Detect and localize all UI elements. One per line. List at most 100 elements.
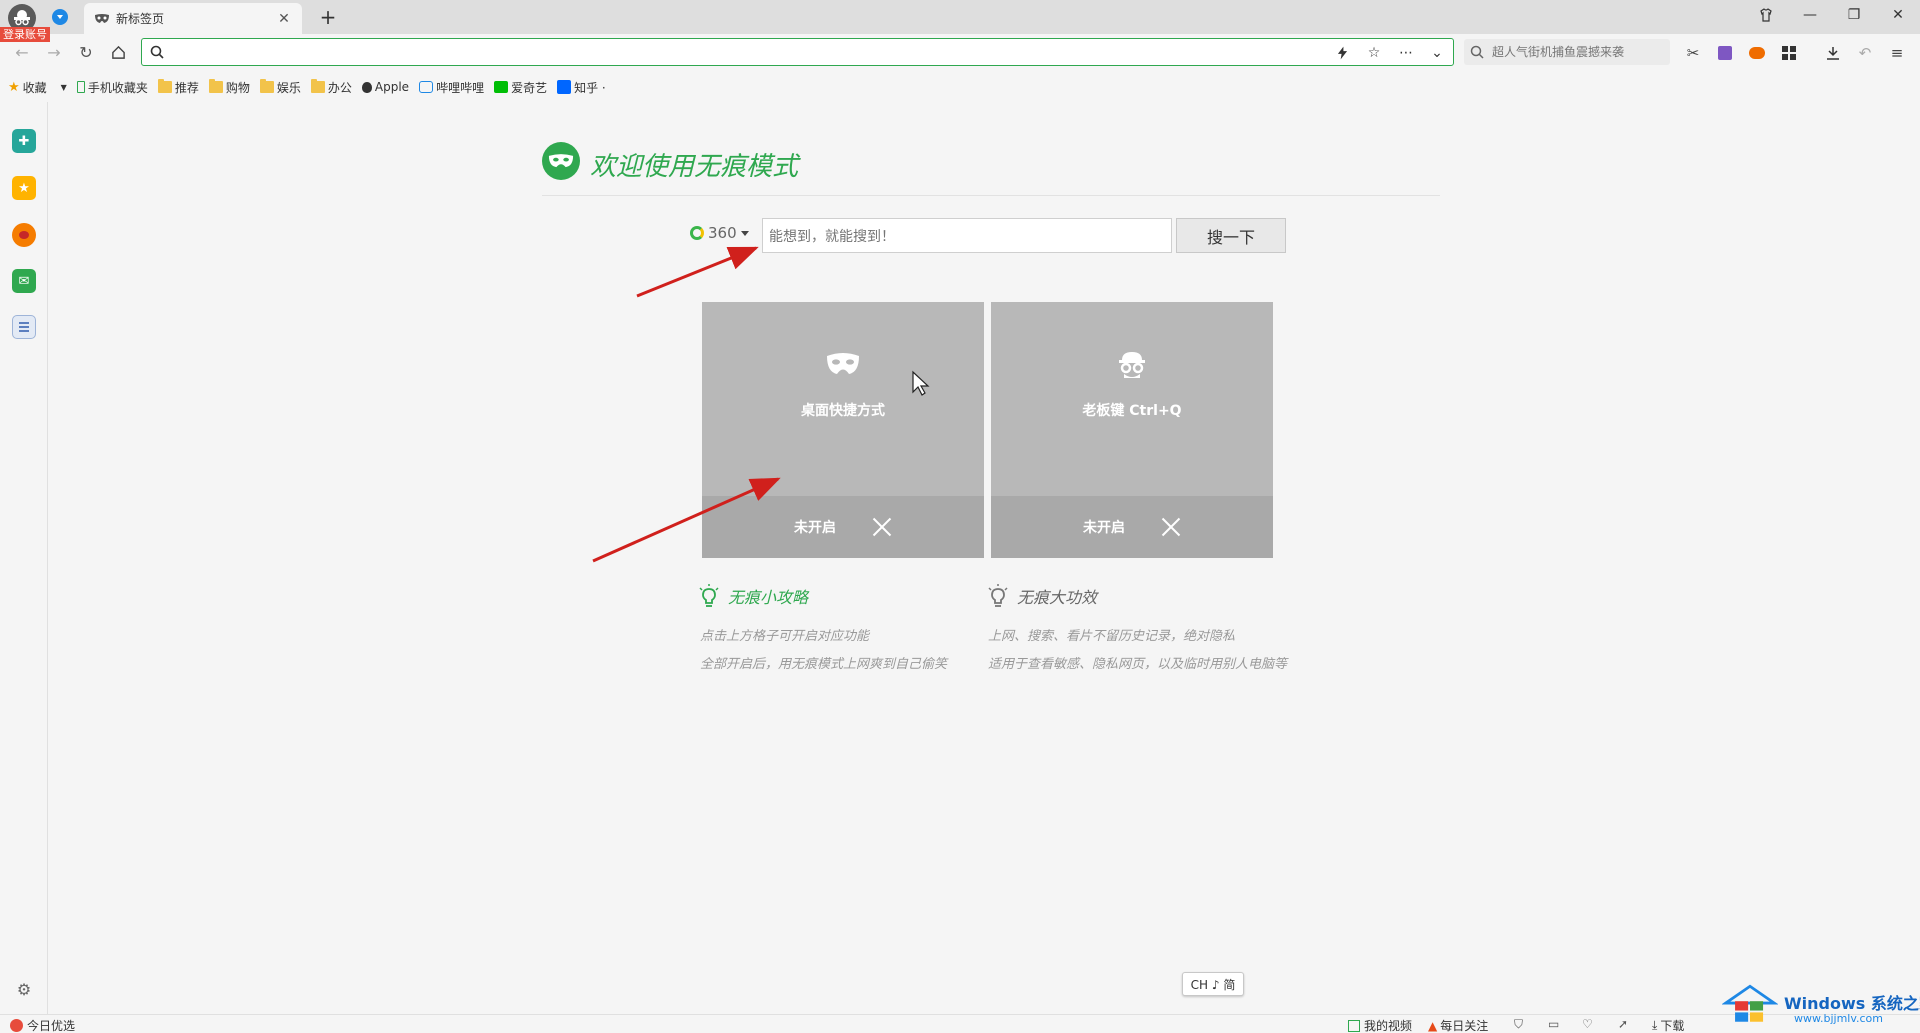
card-top[interactable]: 桌面快捷方式: [702, 302, 984, 496]
bookmark-bilibili[interactable]: 哔哩哔哩: [419, 79, 484, 96]
side-search-box[interactable]: [1464, 39, 1670, 65]
zhihu-icon: [557, 80, 572, 94]
caret-down-icon: [740, 230, 749, 236]
restore-button[interactable]: ❐: [1832, 0, 1876, 30]
sidebar-plus-icon[interactable]: ✚: [12, 129, 36, 153]
tip-line: 全部开启后，用无痕模式上网爽到自己偷笑: [700, 657, 948, 672]
ime-indicator[interactable]: CH ♪ 简: [1182, 972, 1244, 996]
arrow-to-search: [636, 246, 759, 298]
image-icon[interactable]: ▭: [1548, 1017, 1559, 1031]
tab-bar: 登录账号 新标签页 ✕ + — ❐ ✕: [0, 0, 1920, 42]
desktop-shortcut-card[interactable]: 桌面快捷方式 未开启: [702, 302, 984, 558]
download-icon: ⤓: [1652, 1018, 1658, 1032]
address-bar[interactable]: ☆ ⋯ ⌄: [141, 38, 1454, 66]
folder-icon: [310, 79, 325, 93]
heartbeat-icon[interactable]: ♡: [1582, 1017, 1593, 1031]
bookmark-apple[interactable]: Apple: [361, 80, 409, 94]
watermark-brand: Windows 系统之家: [1784, 994, 1920, 1013]
back-button[interactable]: ←: [12, 42, 32, 62]
incognito-logo-icon: [542, 142, 580, 180]
heart-icon: [10, 1019, 23, 1032]
game-icon[interactable]: [1746, 42, 1768, 64]
home-button[interactable]: [108, 42, 128, 62]
tab-title: 新标签页: [116, 12, 165, 26]
video-icon: [1348, 1019, 1360, 1032]
side-search-input[interactable]: [1492, 42, 1662, 62]
lightning-icon[interactable]: [1332, 43, 1352, 63]
bookmark-recommend[interactable]: 推荐: [157, 79, 199, 96]
close-window-button[interactable]: ✕: [1876, 0, 1920, 30]
search-input[interactable]: [762, 218, 1172, 253]
bookmark-office[interactable]: 办公: [310, 79, 352, 96]
download-icon[interactable]: [1822, 42, 1844, 64]
sidebar-document-icon[interactable]: [12, 315, 36, 339]
apps-grid-icon[interactable]: [1778, 42, 1800, 64]
status-download[interactable]: ⤓ 下载: [1652, 1017, 1684, 1033]
sidebar-weibo-icon[interactable]: [12, 223, 36, 247]
engine-name: 360: [708, 224, 737, 242]
browser-menu-icon[interactable]: [52, 9, 68, 25]
lightbulb-icon: [699, 584, 719, 607]
status-today-picks[interactable]: 今日优选: [10, 1017, 75, 1033]
sidebar-mail-icon[interactable]: ✉: [12, 269, 36, 293]
tip-line: 点击上方格子可开启对应功能: [700, 629, 870, 644]
scissors-icon[interactable]: ✂: [1682, 42, 1704, 64]
disabled-x-icon: [1161, 517, 1181, 537]
minimize-button[interactable]: —: [1788, 0, 1832, 30]
card-label: 桌面快捷方式: [801, 403, 885, 419]
windows-logo-icon: [1722, 984, 1778, 1022]
bookmark-favorites[interactable]: ★ 收藏 ▼: [8, 79, 67, 96]
bookmark-shopping[interactable]: 购物: [208, 79, 250, 96]
search-icon: [1470, 45, 1484, 59]
welcome-title: 欢迎使用无痕模式: [590, 152, 799, 182]
left-sidebar: ✚ ★ ✉ ⚙: [0, 102, 48, 1014]
status-daily-follow[interactable]: ▲ 每日关注: [1428, 1017, 1488, 1033]
card-status: 未开启: [1083, 520, 1125, 536]
status-my-video[interactable]: 我的视频: [1348, 1017, 1412, 1033]
bookmark-iqiyi[interactable]: 爱奇艺: [494, 79, 547, 96]
card-label: 老板键 Ctrl+Q: [1082, 403, 1182, 419]
bookmark-zhihu[interactable]: 知乎 ·: [557, 79, 606, 96]
address-input[interactable]: [172, 42, 1322, 62]
login-account-link[interactable]: 登录账号: [0, 27, 50, 42]
undo-icon[interactable]: ↶: [1854, 42, 1876, 64]
boss-key-card[interactable]: 老板键 Ctrl+Q 未开启: [991, 302, 1273, 558]
dropdown-chevron-icon[interactable]: ⌄: [1427, 43, 1447, 63]
reload-button[interactable]: ↻: [76, 42, 96, 62]
card-top[interactable]: 老板键 Ctrl+Q: [991, 302, 1273, 496]
forward-button[interactable]: →: [44, 42, 64, 62]
bookmarks-bar: ★ 收藏 ▼ 手机收藏夹 推荐 购物 娱乐 办公 Apple 哔哩哔哩 爱奇艺 知乎…: [0, 76, 1920, 98]
card-status-bar[interactable]: 未开启: [991, 496, 1273, 558]
more-icon[interactable]: ⋯: [1396, 43, 1416, 63]
favorite-star-icon[interactable]: ☆: [1364, 43, 1384, 63]
search-engine-selector[interactable]: 360: [690, 224, 749, 242]
boss-icon: [1119, 352, 1145, 378]
shield-icon[interactable]: ⛉: [1514, 1017, 1523, 1032]
skin-icon[interactable]: [1744, 0, 1788, 30]
rocket-icon[interactable]: ➚: [1618, 1017, 1628, 1031]
bookmark-mobile[interactable]: 手机收藏夹: [76, 79, 148, 96]
360-logo-icon: [690, 226, 704, 240]
tip-line: 上网、搜索、看片不留历史记录，绝对隐私: [988, 629, 1236, 644]
sidebar-favorites-icon[interactable]: ★: [12, 176, 36, 200]
watermark-url: www.bjjmlv.com: [1794, 1012, 1883, 1025]
search-icon: [150, 45, 164, 59]
tab-new-tab[interactable]: 新标签页 ✕: [84, 3, 302, 34]
menu-icon[interactable]: ≡: [1886, 42, 1908, 64]
tip-title-guide: 无痕小攻略: [698, 584, 808, 608]
folder-icon: [208, 79, 223, 93]
disabled-x-icon: [872, 517, 892, 537]
tip-line: 适用于查看敏感、隐私网页，以及临时用别人电脑等: [988, 657, 1288, 672]
apple-icon: [361, 81, 372, 93]
mask-icon: [827, 353, 859, 374]
tip-title-effect: 无痕大功效: [987, 584, 1097, 608]
folder-icon: [157, 79, 172, 93]
new-tab-button[interactable]: +: [316, 5, 340, 29]
search-button[interactable]: 搜一下: [1176, 218, 1286, 253]
sidebar-settings-gear-icon[interactable]: ⚙: [14, 980, 34, 1000]
tab-close-icon[interactable]: ✕: [276, 11, 292, 27]
bookmark-entertainment[interactable]: 娱乐: [259, 79, 301, 96]
card-status-bar[interactable]: 未开启: [702, 496, 984, 558]
card-status: 未开启: [794, 520, 836, 536]
translate-icon[interactable]: [1714, 42, 1736, 64]
